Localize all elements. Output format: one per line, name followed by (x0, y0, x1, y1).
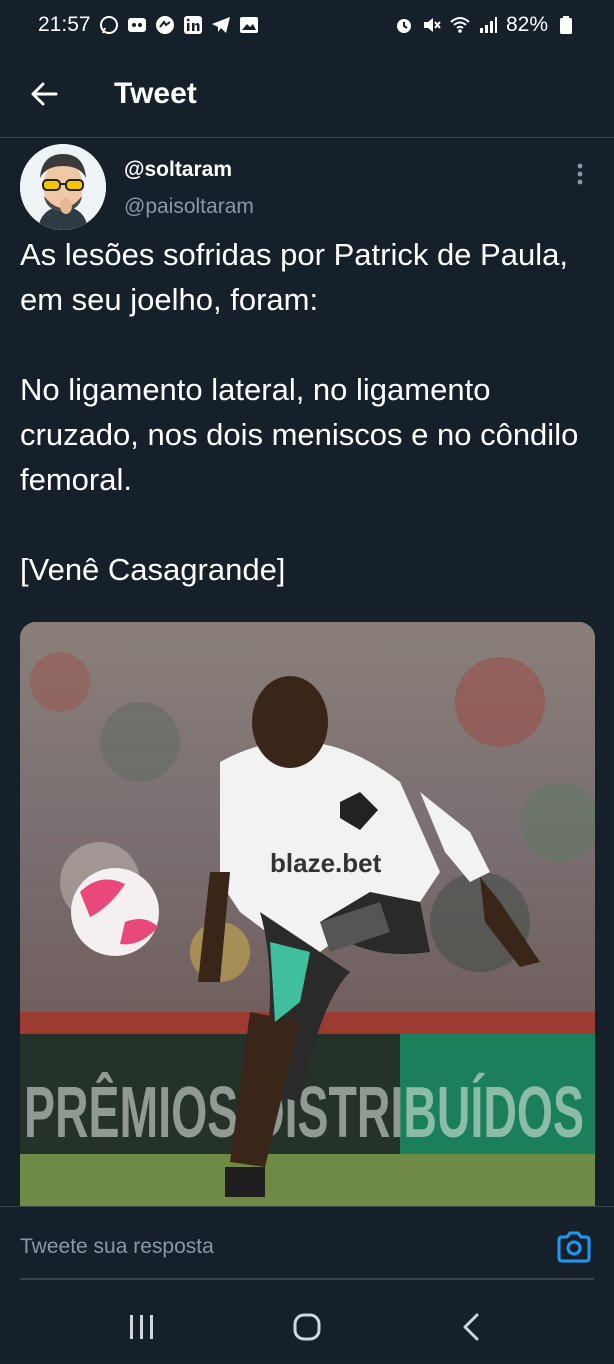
jersey-sponsor: blaze.bet (270, 848, 382, 878)
recent-apps-button[interactable] (112, 1297, 172, 1357)
telegram-icon (211, 15, 231, 35)
camera-button[interactable] (556, 1231, 594, 1265)
alarm-icon (394, 15, 414, 35)
chevron-left-icon (463, 1313, 479, 1341)
more-options-button[interactable] (566, 158, 594, 190)
back-button[interactable] (20, 70, 68, 118)
app-bar: Tweet (0, 50, 614, 138)
page-title: Tweet (114, 76, 197, 110)
linkedin-icon (183, 15, 203, 35)
system-nav-bar (0, 1290, 614, 1364)
status-bar-left: 21:57 (38, 13, 259, 37)
camera-icon (557, 1231, 591, 1263)
avatar[interactable] (20, 144, 106, 230)
battery-icon (556, 15, 576, 35)
voicemail-icon (127, 15, 147, 35)
reply-input[interactable]: Tweete sua resposta (20, 1235, 540, 1265)
mute-icon (422, 15, 442, 35)
tweet-image[interactable]: PRÊMIOS DISTRIBUÍDOS blaze.bet (20, 622, 595, 1208)
reply-bar: Tweete sua resposta (0, 1206, 614, 1280)
system-back-button[interactable] (442, 1297, 502, 1357)
tweet-text: As lesões sofridas por Patrick de Paula,… (20, 237, 579, 587)
messenger-icon (155, 15, 175, 35)
user-handle[interactable]: @paisoltaram (124, 195, 254, 219)
whatsapp-icon (99, 15, 119, 35)
more-vertical-icon (577, 163, 583, 185)
home-icon (293, 1313, 321, 1341)
tweet-header: @soltaram @paisoltaram (20, 144, 594, 230)
wifi-icon (450, 15, 470, 35)
gallery-icon (239, 15, 259, 35)
battery-percentage: 82% (505, 13, 548, 36)
home-button[interactable] (277, 1297, 337, 1357)
media-banner-text: PRÊMIOS DISTRIBUÍDOS (24, 1072, 584, 1153)
status-bar-right: 82% (394, 13, 576, 37)
arrow-left-icon (31, 82, 58, 105)
recent-apps-icon (130, 1315, 154, 1339)
signal-icon (478, 15, 498, 35)
divider (20, 1278, 594, 1280)
display-name[interactable]: @soltaram (124, 158, 232, 182)
football-player-photo: PRÊMIOS DISTRIBUÍDOS blaze.bet (20, 622, 595, 1208)
status-bar: 21:57 82% (0, 0, 614, 50)
clock: 21:57 (38, 13, 91, 36)
media-banner: PRÊMIOS DISTRIBUÍDOS (24, 1072, 584, 1153)
